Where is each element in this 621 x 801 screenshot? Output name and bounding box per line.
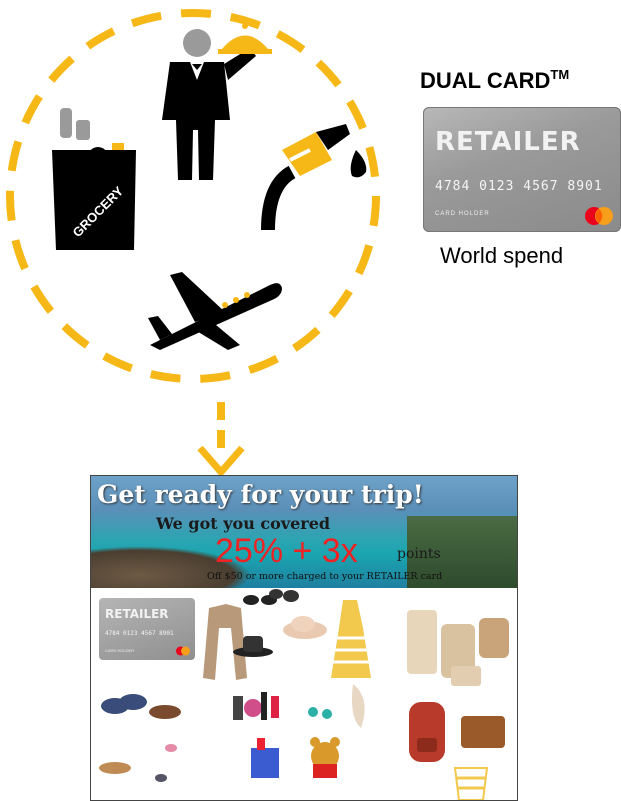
shoes-icon — [99, 694, 181, 782]
card-brand: RETAILER — [435, 127, 581, 157]
sunglasses-icon — [243, 589, 299, 605]
hat-icon — [233, 616, 327, 657]
toys-icon — [251, 737, 340, 778]
waiter-icon — [162, 23, 272, 180]
trademark: TM — [550, 67, 570, 82]
promo-headline: Get ready for your trip! — [97, 480, 424, 509]
promo-subheadline: We got you covered — [156, 514, 331, 533]
promo-banner: Get ready for your trip! We got you cove… — [91, 476, 517, 588]
grocery-bag-icon — [52, 108, 136, 250]
tote-bag-icon — [453, 767, 489, 800]
fuel-pump-icon — [261, 124, 367, 231]
promo-fineprint: Off $50 or more charged to your RETAILER… — [207, 571, 443, 582]
card-title-text: DUAL CARD — [420, 68, 551, 93]
cardigan-icon — [203, 604, 247, 680]
card-holder: CARD HOLDER — [435, 211, 490, 217]
dress-icon — [331, 600, 371, 678]
backpack-icon — [409, 702, 445, 762]
messenger-bag-icon — [461, 716, 505, 748]
card-caption: World spend — [440, 243, 564, 268]
luggage-icon — [407, 610, 509, 686]
cosmetics-icon — [233, 692, 332, 720]
product-collage — [99, 589, 509, 800]
promo-panel: Get ready for your trip! We got you cove… — [90, 475, 518, 801]
promo-points: points — [397, 546, 441, 562]
down-arrow-icon — [197, 402, 245, 478]
card-number: 4784 0123 4567 8901 — [435, 179, 603, 194]
promo-offer: 25% + 3x — [215, 532, 358, 570]
mastercard-logo-icon — [585, 207, 613, 225]
scarf-icon — [352, 684, 365, 728]
card-title: DUAL CARDTM — [420, 67, 570, 94]
credit-card: RETAILER 4784 0123 4567 8901 CARD HOLDER — [423, 107, 621, 232]
airplane-icon — [148, 272, 282, 350]
